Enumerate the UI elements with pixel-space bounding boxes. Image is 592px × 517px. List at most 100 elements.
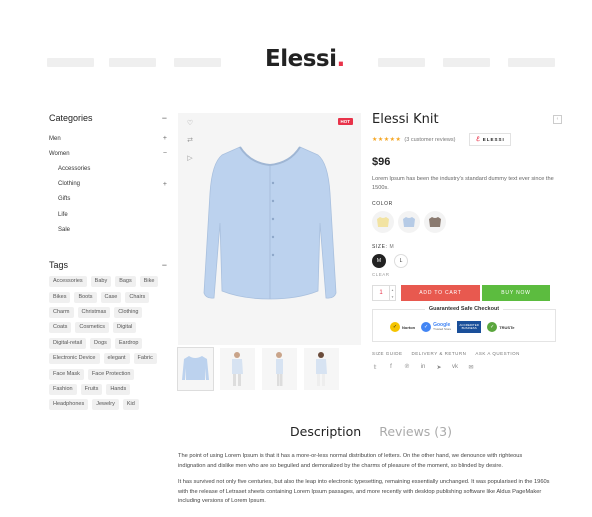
tag-chip[interactable]: Christmas (77, 307, 111, 319)
tag-chip[interactable]: Dogs (90, 337, 111, 349)
tag-chip[interactable]: Accessories (49, 276, 87, 288)
tag-chip[interactable]: Case (100, 291, 122, 303)
add-to-cart-button[interactable]: ADD TO CART (401, 285, 480, 301)
tag-chip[interactable]: Fabric (133, 353, 157, 365)
categories-header[interactable]: Categories − (49, 112, 167, 124)
rating-row: ★★★★★ (3 customer reviews) ℰ ELESSI (372, 133, 564, 146)
product-info: Elessi Knit ‹ ★★★★★ (3 customer reviews)… (372, 112, 564, 371)
norton-badge: ✓ Norton (390, 320, 415, 334)
email-icon[interactable]: ✉ (468, 364, 474, 371)
facebook-icon[interactable]: f (388, 364, 394, 371)
logo-dot: . (336, 46, 345, 72)
tag-chip[interactable]: Hands (106, 384, 131, 396)
google-check-icon: ✓ (421, 322, 432, 332)
tag-chip[interactable]: Jewelry (92, 399, 119, 411)
description-paragraph-1: The point of using Lorem Ipsum is that i… (178, 453, 523, 469)
twitter-icon[interactable]: 𝕥 (372, 364, 378, 371)
nav-placeholder-5[interactable] (443, 58, 490, 67)
tag-chip[interactable]: Bikes (49, 291, 71, 303)
add-to-cart-row: 1 ▲ ▼ ADD TO CART BUY NOW (372, 285, 564, 301)
tag-chip[interactable]: Electronic Device (49, 353, 100, 365)
nav-placeholder-6[interactable] (508, 58, 555, 67)
expand-icon[interactable]: + (163, 181, 167, 188)
tag-chip[interactable]: Clothing (114, 307, 143, 319)
telegram-icon[interactable]: ➤ (436, 364, 442, 371)
tags-header[interactable]: Tags − (49, 259, 167, 271)
linkedin-icon[interactable]: in (420, 364, 426, 371)
category-item[interactable]: Sale (49, 222, 167, 237)
checkmark-icon: ✓ (390, 322, 400, 332)
thumbnail-4[interactable] (304, 348, 339, 390)
expand-icon[interactable]: + (163, 135, 167, 142)
tag-chip[interactable]: Kid (122, 399, 139, 411)
chevron-down-icon[interactable]: ▼ (391, 295, 394, 299)
category-item[interactable]: Life (49, 207, 167, 222)
tag-chip[interactable]: Face Mask (49, 368, 84, 380)
bbb-label: ACCREDITED BUSINESS (457, 321, 482, 333)
tag-chip[interactable]: Bike (139, 276, 159, 288)
quantity-arrows[interactable]: ▲ ▼ (389, 286, 395, 300)
tag-chip[interactable]: Chairs (125, 291, 150, 303)
tag-chip[interactable]: Baby (90, 276, 112, 288)
collapse-icon[interactable]: − (163, 150, 167, 157)
collapse-icon[interactable]: − (162, 113, 167, 123)
thumbnail-1[interactable] (177, 347, 214, 391)
size-option-l[interactable]: L (394, 254, 408, 268)
quantity-stepper[interactable]: 1 ▲ ▼ (372, 285, 396, 301)
color-label: COLOR (372, 201, 393, 207)
category-item[interactable]: Women − (49, 146, 167, 161)
tag-chip[interactable]: Fruits (80, 384, 103, 396)
product-main-image[interactable]: ♡ ⇄ ▷ HOT (178, 113, 361, 345)
tag-chip[interactable]: Face Protection (87, 368, 135, 380)
tag-chip[interactable]: Coats (49, 322, 72, 334)
color-swatch-brown[interactable] (424, 211, 446, 233)
tag-chip[interactable]: Charm (49, 307, 74, 319)
tab-description[interactable]: Description (290, 424, 361, 439)
tag-chip[interactable]: Fashion (49, 384, 77, 396)
clear-selection-link[interactable]: CLEAR (372, 272, 564, 277)
trust-badges: ✓ Norton ✓ Google Trusted Store ACCREDIT… (390, 320, 514, 334)
delivery-return-link[interactable]: DELIVERY & RETURN (412, 351, 467, 356)
quantity-input[interactable]: 1 (373, 286, 389, 300)
ask-question-link[interactable]: ASK A QUESTION (475, 351, 520, 356)
nav-placeholder-4[interactable] (378, 58, 425, 67)
size-option-m[interactable]: M (372, 254, 386, 268)
pinterest-icon[interactable]: ℗ (404, 364, 410, 371)
tag-chip[interactable]: Headphones (49, 399, 89, 411)
chevron-up-icon[interactable]: ▲ (391, 288, 394, 292)
size-options: M L (372, 254, 564, 268)
brand-badge[interactable]: ℰ ELESSI (469, 133, 512, 146)
safe-checkout-title: Guaranteed Safe Checkout (373, 306, 555, 312)
tag-chip[interactable]: Eardrop (114, 337, 143, 349)
buy-now-button[interactable]: BUY NOW (482, 285, 550, 301)
tag-chip[interactable]: Digital-retail (49, 337, 87, 349)
nav-placeholder-1[interactable] (47, 58, 94, 67)
size-guide-link[interactable]: SIZE GUIDE (372, 351, 403, 356)
reviews-link[interactable]: (3 customer reviews) (404, 137, 455, 143)
category-item[interactable]: Men + (49, 131, 167, 146)
nav-placeholder-2[interactable] (109, 58, 156, 67)
swatch-fill-2 (403, 217, 415, 227)
color-swatch-blue[interactable] (398, 211, 420, 233)
color-swatches (372, 211, 564, 233)
nav-placeholder-3[interactable] (174, 58, 221, 67)
tag-chip[interactable]: Cosmetics (75, 322, 110, 334)
norton-label: Norton (402, 324, 416, 330)
collapse-icon[interactable]: − (162, 260, 167, 270)
next-product-icon[interactable]: ‹ (553, 115, 562, 124)
category-list: Men + Women − Accessories Clothing + Gifts Life S… (49, 131, 167, 237)
site-logo[interactable]: Elessi. (265, 46, 345, 72)
tab-reviews[interactable]: Reviews (3) (379, 424, 452, 439)
tag-chip[interactable]: Digital (113, 322, 137, 334)
thumbnail-3[interactable] (262, 348, 297, 390)
thumbnail-2[interactable] (220, 348, 255, 390)
color-swatch-yellow[interactable] (372, 211, 394, 233)
category-item[interactable]: Clothing + (49, 177, 167, 192)
category-item[interactable]: Accessories (49, 161, 167, 176)
tag-cloud: Accessories Baby Bags Bike Bikes Boots Case Cha… (49, 276, 165, 415)
vk-icon[interactable]: vk (452, 364, 458, 371)
tag-chip[interactable]: Boots (74, 291, 97, 303)
category-item[interactable]: Gifts (49, 192, 167, 207)
tag-chip[interactable]: elegant (103, 353, 130, 365)
tag-chip[interactable]: Bags (115, 276, 136, 288)
